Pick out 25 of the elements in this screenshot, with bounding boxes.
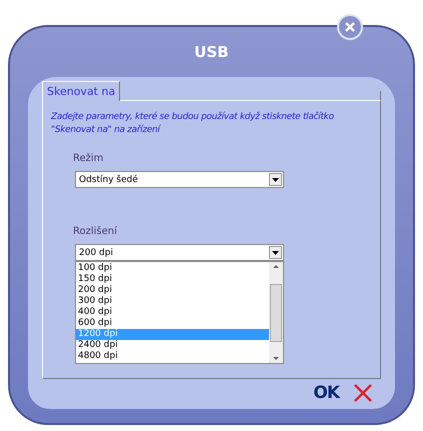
- scrollbar[interactable]: [269, 262, 283, 363]
- mode-dropdown[interactable]: Odstíny šedé: [75, 171, 284, 188]
- dropdown-option[interactable]: 300 dpi: [76, 296, 269, 307]
- dropdown-option[interactable]: 100 dpi: [76, 263, 269, 274]
- mode-label: Režim: [73, 153, 104, 164]
- tab[interactable]: Skenovat na: [42, 81, 120, 101]
- dropdown-option[interactable]: 200 dpi: [76, 285, 269, 296]
- ok-button[interactable]: OK: [313, 383, 339, 403]
- down-arrow-icon: [272, 178, 279, 182]
- description-text: Zadejte parametry, které se budou používat když stisknete tlačítko "Skenovat na" na zařízení: [51, 111, 335, 137]
- close-button[interactable]: [337, 14, 363, 40]
- resolution-dropdown[interactable]: 200 dpi: [75, 244, 284, 261]
- dropdown-option[interactable]: 2400 dpi: [76, 340, 269, 351]
- dropdown-option[interactable]: 4800 dpi: [76, 351, 269, 362]
- resolution-label: Rozlišení: [73, 226, 118, 237]
- cross-icon: [353, 383, 373, 403]
- close-icon: [345, 22, 355, 32]
- cancel-button[interactable]: [353, 383, 373, 403]
- dropdown-option[interactable]: 600 dpi: [76, 318, 269, 329]
- down-arrow-icon: [272, 250, 279, 254]
- window-title: USB: [193, 42, 230, 63]
- down-arrow-icon[interactable]: [273, 357, 279, 360]
- dropdown-option[interactable]: 150 dpi: [76, 274, 269, 285]
- up-arrow-icon[interactable]: [273, 265, 279, 268]
- dropdown-option[interactable]: 400 dpi: [76, 307, 269, 318]
